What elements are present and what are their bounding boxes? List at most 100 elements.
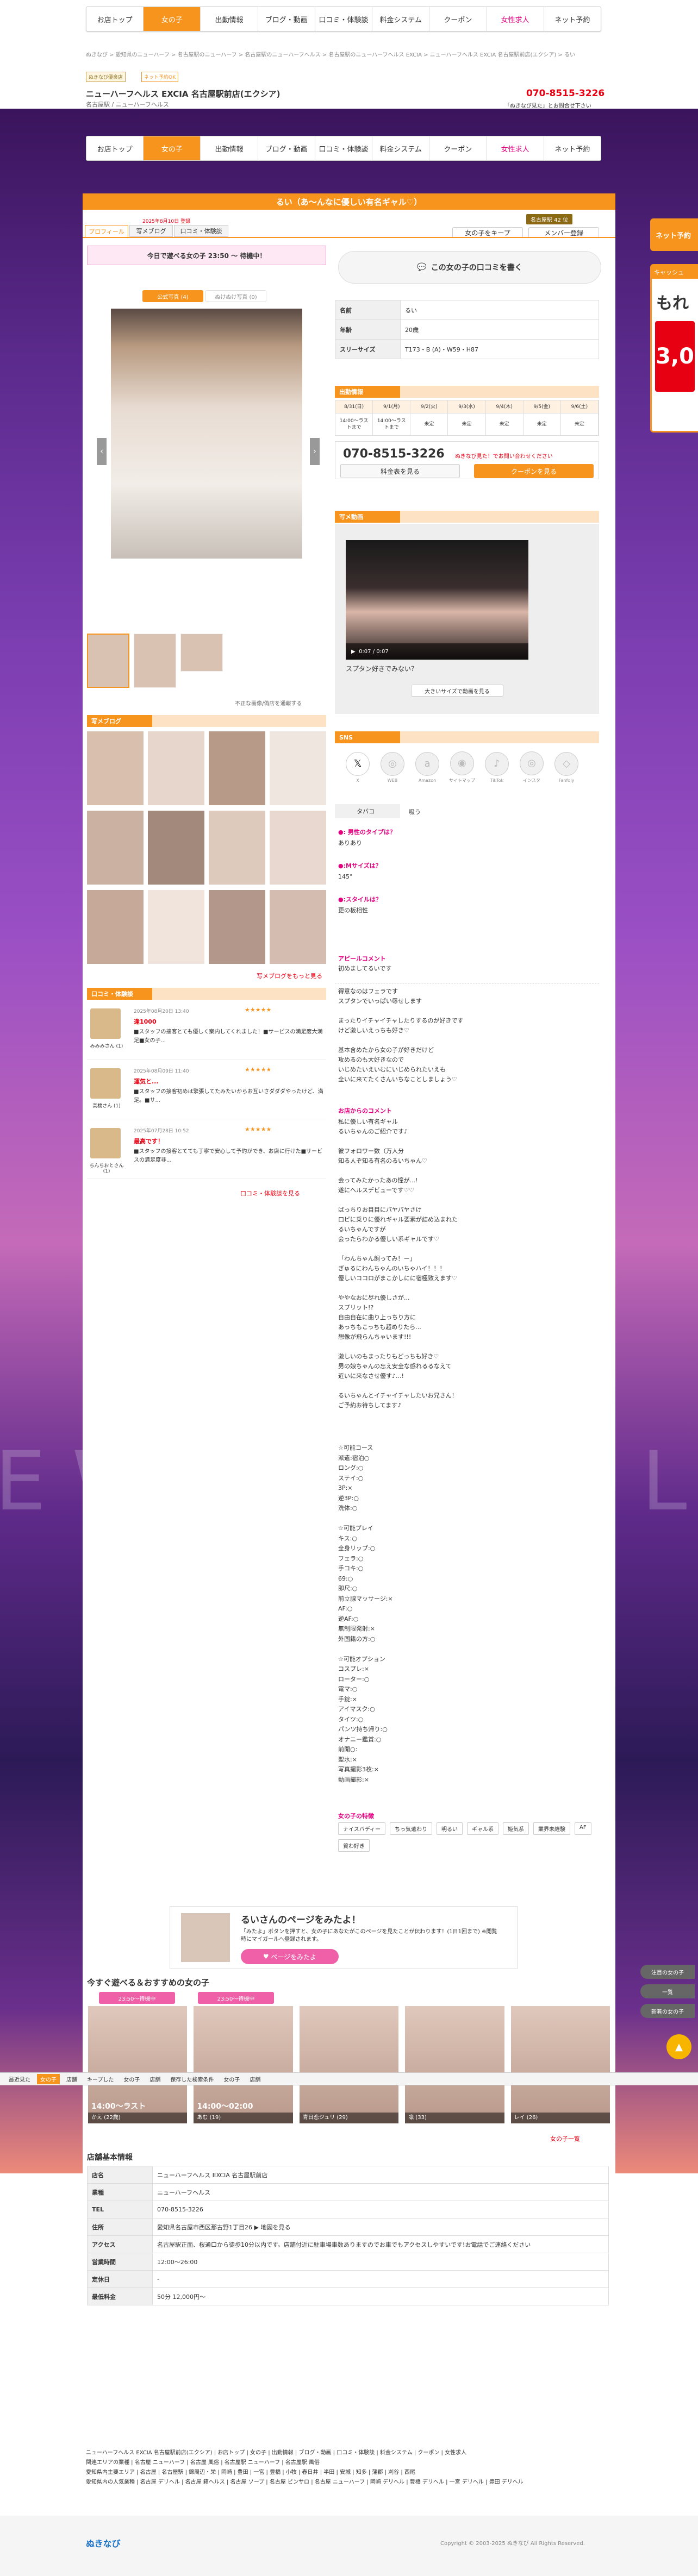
blog-thumb[interactable]: [148, 731, 204, 805]
nav-item-girls[interactable]: 女の子: [144, 7, 201, 31]
sns-item[interactable]: a Amazon: [414, 751, 440, 783]
blog-thumb[interactable]: [209, 811, 265, 885]
blog-thumb[interactable]: [87, 731, 144, 805]
sns-icon[interactable]: ◎: [381, 751, 404, 776]
tab-profile[interactable]: プロフィール: [85, 225, 128, 237]
nav-item-reserve[interactable]: ネット予約: [544, 7, 601, 31]
blog-more-link[interactable]: 写メブログをもっと見る: [257, 972, 322, 980]
sns-icon[interactable]: a: [415, 751, 439, 776]
review-more-link[interactable]: 口コミ・体験談を見る: [240, 1189, 300, 1198]
side-btn-list[interactable]: 一覧: [640, 1984, 695, 1998]
review-title[interactable]: 運気と...: [134, 1077, 159, 1086]
blog-thumb[interactable]: [270, 890, 326, 964]
photo-prev-button[interactable]: ‹: [97, 438, 107, 465]
recent-item[interactable]: 女の子: [220, 2074, 243, 2084]
nav-item-coupon[interactable]: クーポン: [429, 7, 487, 31]
footer-links-2[interactable]: 関連エリアの業種 | 名古屋 ニューハーフ | 名古屋 風俗 | 名古屋駅 ニュ…: [86, 2458, 320, 2468]
photo-next-button[interactable]: ›: [310, 438, 320, 465]
recommend-girl[interactable]: 凛 (33): [405, 2006, 504, 2123]
nav-item-recruit[interactable]: 女性求人: [487, 7, 544, 31]
sns-icon[interactable]: 𝕏: [346, 751, 370, 776]
page-top-button[interactable]: ▲: [666, 2034, 691, 2059]
nav2-item-recruit[interactable]: 女性求人: [487, 136, 544, 160]
side-btn-featured[interactable]: 注目の女の子: [640, 1965, 695, 1979]
recent-item[interactable]: 保存した検索条件: [167, 2074, 217, 2084]
recommend-girl[interactable]: 14:00〜02:00 あむ (19): [194, 2006, 293, 2123]
video-large-button[interactable]: 大きいサイズで動画を見る: [411, 685, 503, 697]
breadcrumb[interactable]: ぬきなび > 愛知県のニューハーフ > 名古屋駅のニューハーフ > 名古屋駅のニ…: [86, 50, 608, 58]
recommend-girl[interactable]: レイ (26): [510, 2006, 610, 2123]
sns-item[interactable]: ◇ Fanfoly: [553, 751, 579, 783]
write-review-button[interactable]: 💬 この女の子の口コミを書く: [338, 251, 601, 284]
review-title[interactable]: 逢1000: [134, 1017, 157, 1026]
nav2-item-schedule[interactable]: 出勤情報: [201, 136, 258, 160]
recent-item[interactable]: 女の子: [120, 2074, 143, 2084]
tab-blog[interactable]: 写メブログ: [129, 225, 173, 237]
photo-thumb[interactable]: [87, 634, 129, 688]
blog-thumb[interactable]: [87, 811, 144, 885]
sns-icon[interactable]: ♪: [485, 751, 509, 776]
blog-thumb[interactable]: [148, 811, 204, 885]
photo-report-link[interactable]: 不正な画像/偽店を通報する: [235, 699, 302, 707]
review-item[interactable]: ちんちおとさん (1) 2025年07月28日 10:52 ★★★★★ 最高です！ ■ス…: [87, 1123, 326, 1179]
recent-item[interactable]: 女の子: [37, 2073, 60, 2084]
price-button[interactable]: 料金表を見る: [340, 464, 460, 478]
member-register-button[interactable]: メンバー登録: [528, 227, 599, 238]
sns-item[interactable]: ◎ WEB: [379, 751, 406, 783]
nav2-item-blog[interactable]: ブログ・動画: [258, 136, 315, 160]
footer-links-4[interactable]: 愛知県内の人気業種 | 名古屋 デリヘル | 名古屋 箱ヘルス | 名古屋 ソー…: [86, 2478, 608, 2487]
coupon-button[interactable]: クーポンを見る: [474, 464, 594, 478]
nav-item-price[interactable]: 料金システム: [372, 7, 430, 31]
sns-item[interactable]: ♪ TikTok: [484, 751, 510, 783]
nav-item-schedule[interactable]: 出勤情報: [201, 7, 258, 31]
footer-links-3[interactable]: 愛知県内主要エリア | 名古屋 | 名古屋駅 | 錦周辺・栄 | 岡崎 | 豊田…: [86, 2468, 415, 2478]
side-ad[interactable]: キャッシュ もれ 3,0: [650, 264, 698, 433]
video-controls[interactable]: ▶ 0:07 / 0:07: [346, 643, 528, 660]
tab-reviews[interactable]: 口コミ・体験談: [174, 225, 228, 237]
main-photo[interactable]: [111, 309, 302, 559]
sns-icon[interactable]: ◇: [554, 751, 578, 776]
photo-thumb[interactable]: [180, 634, 223, 672]
recent-item[interactable]: 店舗: [63, 2074, 80, 2084]
shop-phone[interactable]: 070-8515-3226: [526, 88, 604, 99]
play-icon[interactable]: ▶: [351, 649, 356, 655]
sns-icon[interactable]: ◉: [450, 751, 474, 775]
nav2-item-coupon[interactable]: クーポン: [429, 136, 487, 160]
nav2-item-price[interactable]: 料金システム: [372, 136, 430, 160]
sns-icon[interactable]: ◎: [520, 751, 544, 775]
sns-item[interactable]: ◉ サイトマップ: [449, 751, 475, 784]
blog-thumb[interactable]: [209, 731, 265, 805]
nav2-item-girls[interactable]: 女の子: [144, 136, 201, 160]
review-title[interactable]: 最高です！: [134, 1137, 164, 1145]
nav2-item-reviews[interactable]: 口コミ・体験談: [315, 136, 373, 160]
recent-item[interactable]: 最近見た: [5, 2074, 34, 2084]
footer-logo[interactable]: ぬきなび: [86, 2536, 121, 2549]
photo-thumb[interactable]: [134, 634, 176, 688]
shop-name[interactable]: ニューハーフヘルス EXCIA 名古屋駅前店(エクシア): [86, 88, 280, 99]
girl-phone[interactable]: 070-8515-3226: [343, 447, 445, 461]
blog-thumb[interactable]: [270, 731, 326, 805]
review-item[interactable]: 高橋さん (1) 2025年08月09日 11:40 ★★★★★ 運気と... ■スタッ…: [87, 1063, 326, 1119]
nav-item-blog[interactable]: ブログ・動画: [258, 7, 315, 31]
side-btn-new[interactable]: 新着の女の子: [640, 2004, 695, 2018]
visit-button[interactable]: ♥ ページをみたよ: [241, 1949, 339, 1964]
recent-item[interactable]: キープした: [84, 2074, 117, 2084]
girl-list-link[interactable]: 女の子一覧: [550, 2134, 580, 2143]
nav2-item-top[interactable]: お店トップ: [86, 136, 144, 160]
sns-item[interactable]: 𝕏X: [345, 751, 371, 783]
photo-tab-nuke[interactable]: ぬけぬけ写真 (0): [205, 290, 266, 302]
footer-links-1[interactable]: ニューハーフヘルス EXCIA 名古屋駅前店(エクシア) | お店トップ | 女…: [86, 2448, 466, 2458]
blog-thumb[interactable]: [209, 890, 265, 964]
keep-girl-button[interactable]: 女の子をキープ: [452, 227, 523, 238]
review-item[interactable]: みみみさん (1) 2025年08月20日 13:40 ★★★★★ 逢1000 ■スタッ…: [87, 1003, 326, 1060]
recent-item[interactable]: 店舗: [146, 2074, 164, 2084]
recommend-girl[interactable]: 14:00〜ラスト かえ (22歳): [88, 2006, 188, 2123]
blog-thumb[interactable]: [270, 811, 326, 885]
nav-item-top[interactable]: お店トップ: [86, 7, 144, 31]
photo-tab-official[interactable]: 公式写真 (4): [142, 290, 203, 302]
blog-thumb[interactable]: [87, 890, 144, 964]
recommend-girl[interactable]: 青日恋ジュリ (29): [299, 2006, 399, 2123]
nav2-item-reserve[interactable]: ネット予約: [544, 136, 601, 160]
sns-item[interactable]: ◎ インスタ: [519, 751, 545, 784]
video-player[interactable]: ▶ 0:07 / 0:07: [346, 540, 528, 660]
